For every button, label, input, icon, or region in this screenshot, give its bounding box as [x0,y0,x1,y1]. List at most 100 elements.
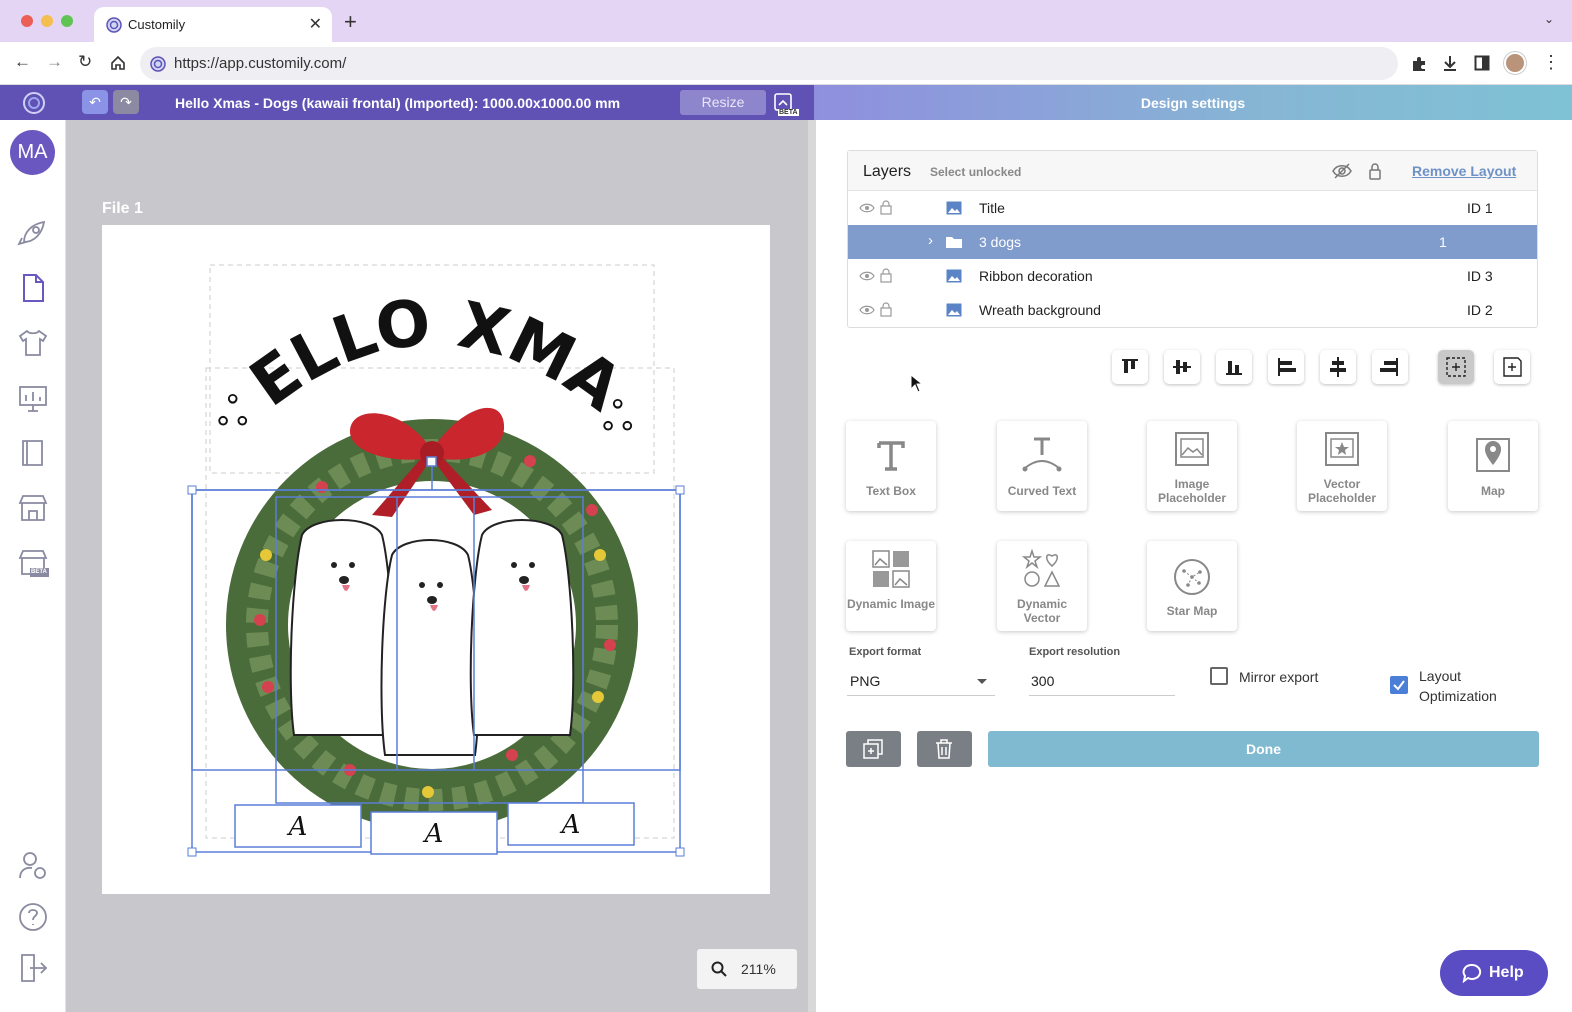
visibility-eye-icon[interactable] [859,270,875,282]
folder-icon [946,237,962,248]
tool-image-placeholder[interactable]: Image Placeholder [1147,421,1237,511]
editor-header: ↶ ↷ Hello Xmas - Dogs (kawaii frontal) (… [0,85,814,120]
hide-all-eye-icon[interactable] [1332,163,1352,179]
align-center-icon [1330,357,1346,377]
artboard[interactable]: ஃ ஃ HELLO XMAS [102,225,770,894]
lock-icon[interactable] [880,302,892,317]
align-left-icon [1278,358,1296,376]
logout-icon[interactable] [16,951,50,985]
account-settings-icon[interactable] [16,849,50,883]
help-button[interactable]: Help [1440,950,1548,996]
maximize-window-button[interactable] [61,15,73,27]
done-button[interactable]: Done [988,731,1539,767]
design-artwork[interactable]: ஃ ஃ HELLO XMAS [102,225,770,894]
layer-row-ribbon-decoration[interactable]: Ribbon decoration ID 3 [848,259,1537,293]
profile-avatar-icon[interactable] [1504,52,1526,74]
visibility-eye-icon[interactable] [859,202,875,214]
forward-icon[interactable]: → [46,52,63,72]
document-icon[interactable] [16,271,50,305]
preview-beta-button[interactable]: BETA [772,91,800,119]
address-bar[interactable]: https://app.customily.com/ [140,47,1398,80]
zoom-control[interactable]: 211% [697,949,797,989]
tool-curved-text[interactable]: Curved Text [997,421,1087,511]
extensions-puzzle-icon[interactable] [1410,55,1428,73]
back-icon[interactable]: ← [14,52,31,72]
text-t-icon [877,441,905,471]
lock-icon[interactable] [880,200,892,215]
reload-icon[interactable]: ↻ [78,52,92,72]
tool-label: Image Placeholder [1157,477,1227,505]
name-slot-text: A [423,819,444,849]
tool-vector-placeholder[interactable]: Vector Placeholder [1297,421,1387,511]
fit-to-artboard-button[interactable] [1494,350,1530,384]
layout-optimization-checkbox[interactable] [1390,676,1408,694]
delete-button[interactable] [917,731,972,767]
export-resolution-input[interactable]: 300 [1029,664,1175,696]
image-layer-icon [946,201,962,215]
select-unlocked-link[interactable]: Select unlocked [930,165,1021,179]
tab-close-icon[interactable]: ✕ [309,14,322,34]
rocket-icon[interactable] [16,216,50,250]
lock-icon[interactable] [880,268,892,283]
export-resolution-value: 300 [1031,673,1055,689]
document-title: Hello Xmas - Dogs (kawaii frontal) (Impo… [175,95,621,111]
mirror-export-checkbox[interactable] [1210,667,1228,685]
export-resolution-label: Export resolution [1029,646,1121,658]
tool-label: Curved Text [1007,484,1077,498]
design-settings-header: Design settings [814,85,1572,120]
store-icon[interactable] [16,491,50,525]
tool-map[interactable]: Map [1448,421,1538,511]
tshirt-icon[interactable] [16,326,50,360]
align-middle-button[interactable] [1164,350,1200,384]
visibility-eye-icon[interactable] [859,304,875,316]
fit-to-selection-button[interactable] [1438,350,1474,384]
layer-name: Ribbon decoration [979,268,1093,284]
sidebar-beta-badge: BETA [31,569,47,575]
url-text: https://app.customily.com/ [174,55,347,72]
site-favicon-icon [150,56,166,72]
help-circle-icon[interactable] [16,900,50,934]
undo-button[interactable]: ↶ [82,90,108,114]
customily-logo-icon[interactable] [22,91,46,115]
tool-dynamic-vector[interactable]: Dynamic Vector [997,541,1087,631]
resize-button[interactable]: Resize [680,90,766,115]
duplicate-button[interactable] [846,731,901,767]
home-icon[interactable] [110,55,126,71]
download-icon[interactable] [1441,54,1459,72]
layers-header: Layers Select unlocked Remove Layout [848,151,1537,191]
tab-list-chevron-icon[interactable]: ⌄ [1544,12,1554,26]
panel-divider[interactable] [808,120,816,1012]
select-underline [847,695,995,696]
align-center-button[interactable] [1320,350,1356,384]
align-right-button[interactable] [1372,350,1408,384]
tool-label: Text Box [866,484,916,498]
align-bottom-button[interactable] [1216,350,1252,384]
close-window-button[interactable] [21,15,33,27]
swirl-left: ஃ [217,389,248,435]
user-avatar[interactable]: MA [10,130,55,175]
align-left-button[interactable] [1268,350,1304,384]
browser-menu-icon[interactable]: ⋮ [1542,52,1560,73]
new-tab-button[interactable]: + [344,9,357,35]
expand-chevron-icon[interactable]: › [928,232,933,249]
book-icon[interactable] [16,436,50,470]
align-top-button[interactable] [1112,350,1148,384]
remove-layout-link[interactable]: Remove Layout [1412,163,1516,179]
minimize-window-button[interactable] [41,15,53,27]
tool-label: Vector Placeholder [1307,477,1377,505]
tool-star-map[interactable]: Star Map [1147,541,1237,631]
tool-dynamic-image[interactable]: Dynamic Image [846,541,936,631]
tool-text-box[interactable]: Text Box [846,421,936,511]
browser-tab[interactable]: Customily ✕ [94,7,332,42]
layout-optimization-label: Layout Optimization [1419,668,1497,704]
beta-badge: BETA [778,109,799,116]
lock-all-icon[interactable] [1368,162,1382,180]
export-format-select[interactable]: PNG [847,664,995,696]
side-panel-icon[interactable] [1474,55,1490,71]
layer-row-wreath-background[interactable]: Wreath background ID 2 [848,293,1537,327]
presentation-icon[interactable] [16,381,50,415]
left-sidebar: MA BETA [0,120,66,1012]
redo-button[interactable]: ↷ [113,90,139,114]
layer-row-3-dogs[interactable]: › 3 dogs 1 [848,225,1537,259]
layer-row-title[interactable]: Title ID 1 [848,191,1537,225]
